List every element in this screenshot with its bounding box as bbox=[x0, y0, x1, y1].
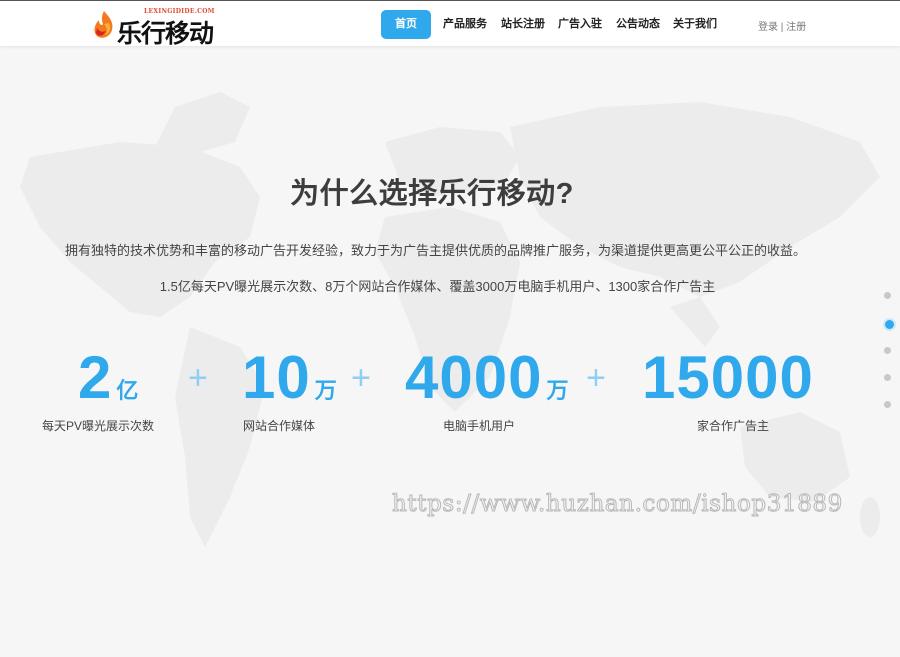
stat-unit: 万 bbox=[546, 378, 569, 403]
login-link[interactable]: 登录 bbox=[758, 22, 778, 33]
stat-value: 10 bbox=[242, 344, 311, 411]
stat-number: 2亿 bbox=[78, 345, 138, 424]
nav-advertiser-join[interactable]: 广告入驻 bbox=[558, 10, 602, 39]
section-title: 为什么选择乐行移动? bbox=[290, 178, 574, 210]
auth-links: 登录 | 注册 bbox=[758, 18, 806, 33]
plus-sign: + bbox=[351, 359, 371, 397]
register-link[interactable]: 注册 bbox=[786, 22, 806, 33]
nav-about-us[interactable]: 关于我们 bbox=[673, 10, 717, 39]
site-logo[interactable]: LEXINGIDIDE.COM 乐行移动 bbox=[92, 8, 222, 48]
nav-announcements[interactable]: 公告动态 bbox=[616, 10, 660, 39]
stat-value: 15000 bbox=[642, 344, 814, 411]
watermark-text: https://www.huzhan.com/ishop31889 bbox=[392, 491, 843, 518]
pagination-dot[interactable] bbox=[884, 292, 891, 299]
nav-home[interactable]: 首页 bbox=[381, 10, 431, 39]
stat-daily-pv: 2亿 每天PV曝光展示次数 bbox=[40, 345, 180, 445]
stat-users: 4000 万 电脑手机用户 bbox=[400, 345, 590, 445]
stat-unit: 亿 bbox=[116, 378, 139, 403]
stat-label: 家合作广告主 bbox=[697, 419, 770, 433]
pagination-dot[interactable] bbox=[884, 401, 891, 408]
stat-label: 网站合作媒体 bbox=[243, 419, 316, 433]
stat-label: 每天PV曝光展示次数 bbox=[42, 419, 155, 433]
stat-partner-sites: 10 万 网站合作媒体 bbox=[240, 345, 360, 445]
stat-advertisers: 15000 家合作广告主 bbox=[640, 345, 830, 445]
stat-label: 电脑手机用户 bbox=[443, 419, 516, 433]
flame-icon bbox=[94, 11, 113, 38]
section-summary: 1.5亿每天PV曝光展示次数、8万个网站合作媒体、覆盖3000万电脑手机用户、1… bbox=[159, 279, 716, 294]
nav-webmaster-register[interactable]: 站长注册 bbox=[501, 10, 545, 39]
stat-number: 10 万 bbox=[242, 345, 337, 424]
plus-sign: + bbox=[188, 359, 208, 397]
site-header: LEXINGIDIDE.COM 乐行移动 首页 产品服务 站长注册 广告入驻 公… bbox=[0, 0, 900, 48]
logo-text: 乐行移动 bbox=[117, 19, 214, 48]
pagination-dot-active[interactable] bbox=[883, 318, 896, 331]
stat-number: 15000 bbox=[642, 345, 818, 424]
stat-value: 4000 bbox=[405, 344, 543, 411]
pagination-dot[interactable] bbox=[884, 347, 891, 354]
stat-value: 2 bbox=[78, 344, 113, 411]
section-description: 拥有独特的技术优势和丰富的移动广告开发经验，致力于为广告主提供优质的品牌推广服务… bbox=[64, 243, 806, 258]
stat-unit: 万 bbox=[314, 378, 337, 403]
auth-separator: | bbox=[780, 22, 784, 33]
stat-number: 4000 万 bbox=[405, 345, 569, 424]
plus-sign: + bbox=[586, 359, 606, 397]
pagination-dot[interactable] bbox=[884, 374, 891, 381]
nav-products[interactable]: 产品服务 bbox=[443, 10, 487, 39]
